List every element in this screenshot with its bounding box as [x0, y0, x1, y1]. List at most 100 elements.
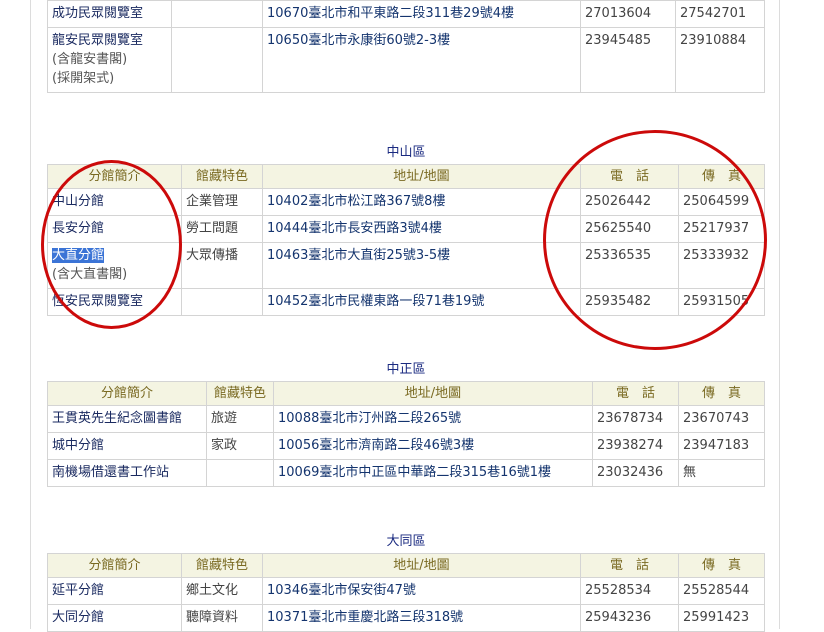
address-map-link[interactable]: 10346臺北市保安街47號 [262, 577, 581, 605]
table-row: 長安分館 勞工問題 10444臺北市長安西路3號4樓 25625540 25217937 [47, 215, 766, 243]
table-row: 大直分館 (含大直書閣) 大眾傳播 10463臺北市大直街25號3-5樓 2533653… [47, 242, 766, 289]
header-fax: 傳 真 [677, 381, 766, 406]
address-map-link[interactable]: 10463臺北市大直街25號3-5樓 [262, 242, 581, 289]
collection-feature: 聽障資料 [181, 604, 263, 632]
page-border-right [779, 0, 780, 629]
phone-number: 25935482 [580, 288, 679, 316]
branch-note: (含大直書閣) [52, 267, 128, 282]
fax-number: 27542701 [675, 0, 765, 28]
district-title-zhongzheng: 中正區 [47, 358, 765, 382]
phone-number: 25026442 [580, 188, 679, 216]
branch-name[interactable]: 恆安民眾閱覽室 [52, 294, 143, 309]
branch-name-cell: 城中分館 [47, 432, 207, 460]
collection-feature [206, 459, 274, 487]
branch-name[interactable]: 延平分館 [52, 583, 104, 598]
phone-number: 23032436 [592, 459, 679, 487]
fax-number: 無 [677, 459, 766, 487]
header-address: 地址/地圖 [262, 164, 581, 189]
branch-name[interactable]: 長安分館 [52, 221, 104, 236]
branch-name-cell: 龍安民眾閱覽室 (含龍安書閣) (採開架式) [47, 27, 172, 93]
header-address: 地址/地圖 [262, 553, 581, 578]
table-row: 城中分館 家政 10056臺北市濟南路二段46號3樓 23938274 23947183 [47, 432, 766, 460]
address-map-link[interactable]: 10056臺北市濟南路二段46號3樓 [273, 432, 593, 460]
table-row: 中山分館 企業管理 10402臺北市松江路367號8樓 25026442 2506459… [47, 188, 766, 216]
branch-note: (採開架式) [52, 71, 115, 86]
header-feature: 館藏特色 [181, 164, 263, 189]
fax-number: 25528544 [677, 577, 766, 605]
table-row: 大同分館 聽障資料 10371臺北市重慶北路三段318號 25943236 259914… [47, 604, 766, 632]
collection-feature [171, 0, 263, 28]
address-map-link[interactable]: 10452臺北市民權東路一段71巷19號 [262, 288, 581, 316]
address-map-link[interactable]: 10088臺北市汀州路二段265號 [273, 405, 593, 433]
address-map-link[interactable]: 10444臺北市長安西路3號4樓 [262, 215, 581, 243]
zhongshan-header-row: 分館簡介 館藏特色 地址/地圖 電 話 傳 真 [47, 164, 766, 189]
fax-number: 23670743 [677, 405, 766, 433]
table-row: 龍安民眾閱覽室 (含龍安書閣) (採開架式) 10650臺北市永康街60號2-3樓 23… [47, 27, 765, 93]
table-row: 成功民眾閱覽室 10670臺北市和平東路二段311巷29號4樓 27013604 27… [47, 0, 765, 28]
branch-name-cell: 延平分館 [47, 577, 182, 605]
fax-number: 25217937 [677, 215, 766, 243]
header-address: 地址/地圖 [273, 381, 593, 406]
branch-name-cell: 大同分館 [47, 604, 182, 632]
branch-name-cell: 南機場借還書工作站 [47, 459, 207, 487]
table-row: 南機場借還書工作站 10069臺北市中正區中華路二段315巷16號1樓 230324… [47, 459, 766, 487]
branch-name-cell: 恆安民眾閱覽室 [47, 288, 182, 316]
branch-name[interactable]: 中山分館 [52, 194, 104, 209]
collection-feature [181, 288, 263, 316]
fax-number: 23947183 [677, 432, 766, 460]
branch-name[interactable]: 王貫英先生紀念圖書館 [52, 411, 182, 426]
table-row: 恆安民眾閱覽室 10452臺北市民權東路一段71巷19號 25935482 25931… [47, 288, 766, 316]
header-phone: 電 話 [592, 381, 679, 406]
top-district-table: 成功民眾閱覽室 10670臺北市和平東路二段311巷29號4樓 27013604 27… [47, 0, 765, 93]
address-map-link[interactable]: 10371臺北市重慶北路三段318號 [262, 604, 581, 632]
district-title-datong: 大同區 [47, 530, 765, 554]
branch-name[interactable]: 南機場借還書工作站 [52, 465, 169, 480]
district-title-zhongshan: 中山區 [47, 141, 765, 165]
phone-number: 25528534 [580, 577, 679, 605]
branch-note: (含龍安書閣) [52, 52, 128, 67]
branch-name[interactable]: 大直分館 [52, 248, 105, 263]
phone-number: 23945485 [580, 27, 676, 93]
branch-name[interactable]: 城中分館 [52, 438, 104, 453]
table-row: 王貫英先生紀念圖書館 旅遊 10088臺北市汀州路二段265號 23678734 236… [47, 405, 766, 433]
branch-name-cell: 長安分館 [47, 215, 182, 243]
header-phone: 電 話 [580, 164, 679, 189]
address-map-link[interactable]: 10650臺北市永康街60號2-3樓 [262, 27, 581, 93]
zhongzheng-header-row: 分館簡介 館藏特色 地址/地圖 電 話 傳 真 [47, 381, 766, 406]
fax-number: 23910884 [675, 27, 765, 93]
header-feature: 館藏特色 [206, 381, 274, 406]
address-map-link[interactable]: 10402臺北市松江路367號8樓 [262, 188, 581, 216]
branch-name-cell: 成功民眾閱覽室 [47, 0, 172, 28]
branch-name[interactable]: 大同分館 [52, 610, 104, 625]
fax-number: 25931505 [677, 288, 766, 316]
branch-name[interactable]: 龍安民眾閱覽室 [52, 33, 143, 48]
address-map-link[interactable]: 10670臺北市和平東路二段311巷29號4樓 [262, 0, 581, 28]
phone-number: 25336535 [580, 242, 679, 289]
branch-name-cell: 王貫英先生紀念圖書館 [47, 405, 207, 433]
collection-feature [171, 27, 263, 93]
header-fax: 傳 真 [677, 553, 766, 578]
fax-number: 25991423 [677, 604, 766, 632]
branch-name-cell: 大直分館 (含大直書閣) [47, 242, 182, 289]
collection-feature: 鄉土文化 [181, 577, 263, 605]
fax-number: 25064599 [677, 188, 766, 216]
phone-number: 27013604 [580, 0, 676, 28]
header-branch: 分館簡介 [47, 381, 207, 406]
collection-feature: 勞工問題 [181, 215, 263, 243]
table-row: 延平分館 鄉土文化 10346臺北市保安街47號 25528534 25528544 [47, 577, 766, 605]
header-feature: 館藏特色 [181, 553, 263, 578]
header-fax: 傳 真 [677, 164, 766, 189]
branch-name-cell: 中山分館 [47, 188, 182, 216]
phone-number: 25943236 [580, 604, 679, 632]
datong-district-table: 大同區 分館簡介 館藏特色 地址/地圖 電 話 傳 真 延平分館 鄉土文化 1034… [47, 530, 766, 632]
address-map-link[interactable]: 10069臺北市中正區中華路二段315巷16號1樓 [273, 459, 593, 487]
collection-feature: 大眾傳播 [181, 242, 263, 289]
collection-feature: 家政 [206, 432, 274, 460]
header-branch: 分館簡介 [47, 553, 182, 578]
zhongzheng-district-table: 中正區 分館簡介 館藏特色 地址/地圖 電 話 傳 真 王貫英先生紀念圖書館 旅遊… [47, 358, 766, 487]
collection-feature: 企業管理 [181, 188, 263, 216]
datong-header-row: 分館簡介 館藏特色 地址/地圖 電 話 傳 真 [47, 553, 766, 578]
fax-number: 25333932 [677, 242, 766, 289]
phone-number: 23938274 [592, 432, 679, 460]
branch-name[interactable]: 成功民眾閱覽室 [52, 6, 143, 21]
